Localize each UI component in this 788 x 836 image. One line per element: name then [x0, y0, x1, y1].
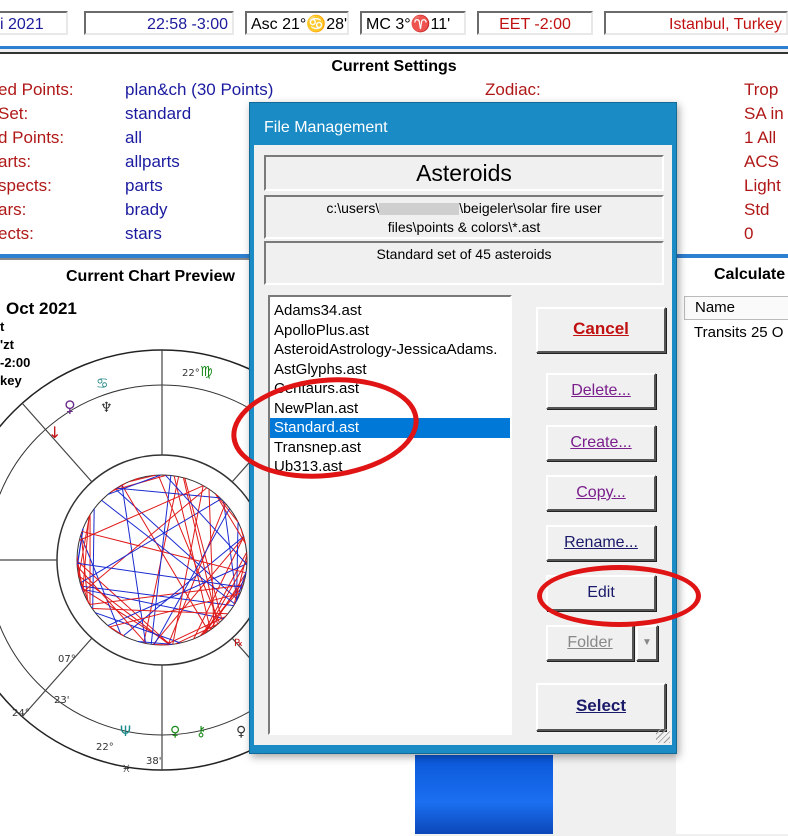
aspect-line: [82, 589, 224, 618]
setting-label: d Points:: [0, 128, 64, 148]
aspect-line: [109, 626, 124, 636]
delete-button[interactable]: Delete...: [546, 373, 656, 409]
calculated-charts-panel: Calculate Name Transits 25 O: [676, 258, 788, 834]
file-list-item[interactable]: Standard.ast: [270, 418, 510, 438]
date-field: i 2021: [0, 11, 68, 35]
ascendant-field: Asc 21°♋28': [245, 11, 349, 35]
setting-label: ects:: [0, 224, 34, 244]
file-list-item[interactable]: AsteroidAstrology-JessicaAdams.: [270, 340, 510, 360]
cancel-button[interactable]: Cancel: [536, 307, 666, 353]
setting-label: Set:: [0, 104, 28, 124]
path-start: c:\users\: [326, 200, 379, 216]
svg-text:♆: ♆: [100, 400, 113, 416]
midheaven-field: MC 3°♈11': [360, 11, 466, 35]
folder-button[interactable]: Folder: [546, 625, 634, 661]
setting-right-value: 0: [744, 224, 753, 244]
edit-button[interactable]: Edit: [546, 575, 656, 611]
svg-text:23': 23': [54, 695, 69, 706]
file-list-item[interactable]: Transnep.ast: [270, 438, 510, 458]
file-management-dialog: File Management Asteroids c:\users\ \beig…: [249, 102, 677, 754]
rename-button[interactable]: Rename...: [546, 525, 656, 561]
calculated-chart-row[interactable]: Transits 25 O: [694, 324, 783, 341]
file-list-item[interactable]: ApolloPlus.ast: [270, 321, 510, 341]
file-list-item[interactable]: Adams34.ast: [270, 301, 510, 321]
setting-right-value: Light: [744, 176, 781, 196]
background-image-panel: [415, 755, 553, 834]
dialog-body: Asteroids c:\users\ \beigeler\solar fire …: [254, 145, 672, 745]
file-list[interactable]: Adams34.astApolloPlus.astAsteroidAstrolo…: [268, 295, 512, 735]
svg-text:℞: ℞: [234, 638, 243, 649]
setting-right-value: ACS: [744, 152, 779, 172]
svg-text:38': 38': [146, 756, 161, 767]
file-list-item[interactable]: NewPlan.ast: [270, 399, 510, 419]
svg-text:↓: ↓: [48, 423, 61, 442]
resize-grip-icon[interactable]: [656, 729, 670, 743]
name-column-header[interactable]: Name: [684, 296, 788, 320]
svg-text:♋: ♋: [96, 376, 109, 392]
copy-button[interactable]: Copy...: [546, 475, 656, 511]
svg-text:07°: 07°: [58, 654, 76, 665]
dialog-title: File Management: [264, 119, 388, 137]
aspect-line: [83, 488, 207, 592]
setting-value: standard: [125, 104, 191, 124]
svg-text:♓: ♓: [122, 764, 131, 775]
time-field: 22:58 -3:00: [84, 11, 234, 35]
setting-right-value: 1 All: [744, 128, 776, 148]
aspect-line: [102, 500, 235, 604]
folder-dropdown-arrow-icon[interactable]: ▼: [636, 625, 658, 661]
calculated-title: Calculate: [714, 266, 785, 284]
setting-label: spects:: [0, 176, 52, 196]
setting-value: all: [125, 128, 142, 148]
settings-title: Current Settings: [0, 58, 788, 76]
setting-value: stars: [125, 224, 162, 244]
aspect-line: [80, 499, 221, 583]
file-list-item[interactable]: Ub313.ast: [270, 457, 510, 477]
path-end: \beigeler\solar fire user: [459, 200, 601, 216]
svg-text:♀: ♀: [64, 397, 76, 416]
aspect-line: [93, 509, 94, 609]
setting-label: ars:: [0, 200, 26, 220]
chart-info-bar: i 2021 22:58 -3:00 Asc 21°♋28' MC 3°♈11'…: [0, 0, 788, 49]
zodiac-label: Zodiac:: [485, 80, 541, 100]
setting-label: arts:: [0, 152, 31, 172]
path-line-2: files\points & colors\*.ast: [388, 219, 541, 235]
create-button[interactable]: Create...: [546, 425, 656, 461]
setting-right-value: Std: [744, 200, 770, 220]
svg-text:♀: ♀: [170, 724, 180, 740]
setting-value: brady: [125, 200, 168, 220]
svg-text:24°: 24°: [12, 708, 30, 719]
file-list-item[interactable]: AstGlyphs.ast: [270, 360, 510, 380]
setting-value: allparts: [125, 152, 180, 172]
setting-label: ed Points:: [0, 80, 74, 100]
setting-value: plan&ch (30 Points): [125, 80, 273, 100]
svg-text:⚷: ⚷: [196, 724, 206, 740]
location-field: Istanbul, Turkey: [604, 11, 788, 35]
file-type-heading: Asteroids: [264, 155, 664, 191]
aspect-line: [79, 486, 203, 541]
setting-right-value: Trop: [744, 80, 778, 100]
svg-text:22°: 22°: [182, 368, 200, 379]
file-description: Standard set of 45 asteroids: [264, 241, 664, 285]
select-button[interactable]: Select: [536, 683, 666, 731]
aspect-line: [216, 494, 246, 543]
file-list-item[interactable]: Centaurs.ast: [270, 379, 510, 399]
folder-path: c:\users\ \beigeler\solar fire user files…: [264, 195, 664, 239]
aspect-line: [122, 485, 208, 631]
svg-text:♀: ♀: [236, 724, 246, 740]
svg-text:22°: 22°: [96, 742, 114, 753]
timezone-field: EET -2:00: [477, 11, 593, 35]
setting-right-value: SA in: [744, 104, 784, 124]
setting-value: parts: [125, 176, 163, 196]
svg-text:♍: ♍: [200, 364, 213, 380]
redacted-username: [379, 203, 459, 215]
aspect-line: [78, 572, 89, 604]
svg-text:Ψ: Ψ: [120, 724, 131, 740]
